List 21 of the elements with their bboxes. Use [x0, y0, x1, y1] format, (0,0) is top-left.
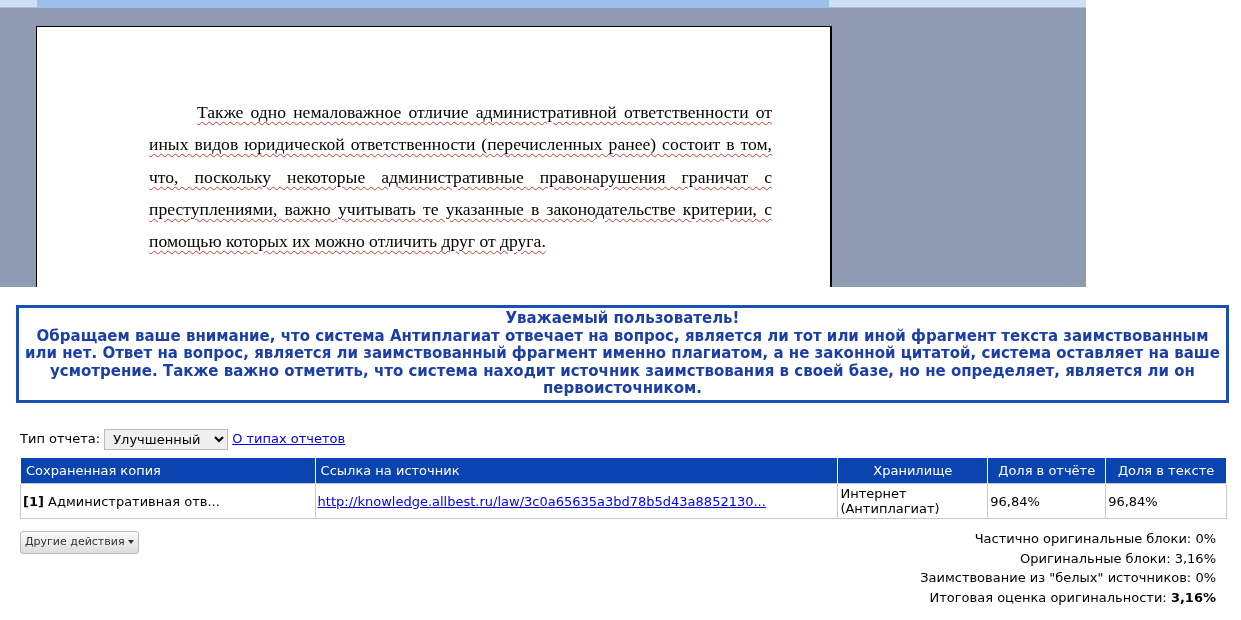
column-header: Ссылка на источник [315, 457, 838, 484]
document-paragraph: Также одно немаловажное отличие административной ответственности от иных видов юридической ответственности (перечисленных ранее) состоит в том, что, поскольку некоторые административные правонарушения граничат с преступлениями, важно учитывать те указанные в законодательстве критерии, с помощью которых их можно отличить друг от друга. [149, 101, 772, 254]
report-types-link[interactable]: О типах отчетов [232, 429, 346, 449]
column-header: Хранилище [837, 457, 988, 484]
storage-cell: Интернет (Антиплагиат) [840, 486, 940, 516]
share-in-report-cell: 96,84% [987, 483, 1106, 519]
report-type-label: Тип отчета: [20, 430, 101, 449]
share-in-text-cell: 96,84% [1105, 483, 1227, 519]
notice-text: Обращаем ваше внимание, что система Антиплагиат отвечает на вопрос, является ли тот или иной фрагмент текста заимствованным или нет. Ответ на вопрос, является ли заимствованный фрагмент именно плагиатом, а не законной цитатой, система оставляет на ваше усмотрение. Также важно отметить, что система находит источник заимствования в своей базе, но не определяет, является ли он первоисточником. [24, 327, 1221, 398]
report-type-dropdown[interactable]: Улучшенный [104, 428, 229, 450]
stat-line: Итоговая оценка оригинальности: 3,16% [928, 588, 1216, 607]
column-header: Сохраненная копия [20, 457, 316, 484]
column-header: Доля в тексте [1105, 457, 1227, 484]
stat-line: Частично оригинальные блоки: 0% [973, 530, 1216, 548]
other-actions-button[interactable]: Другие действия [20, 531, 139, 554]
stat-line: Оригинальные блоки: 3,16% [1019, 549, 1216, 568]
column-header: Доля в отчёте [987, 457, 1106, 484]
stat-line: Заимствование из "белых" источников: 0% [920, 569, 1216, 587]
caret-icon [128, 540, 134, 544]
notice-title: Уважаемый пользователь! [504, 310, 741, 328]
saved-copy-cell: [1] Административная отв... [20, 483, 316, 519]
